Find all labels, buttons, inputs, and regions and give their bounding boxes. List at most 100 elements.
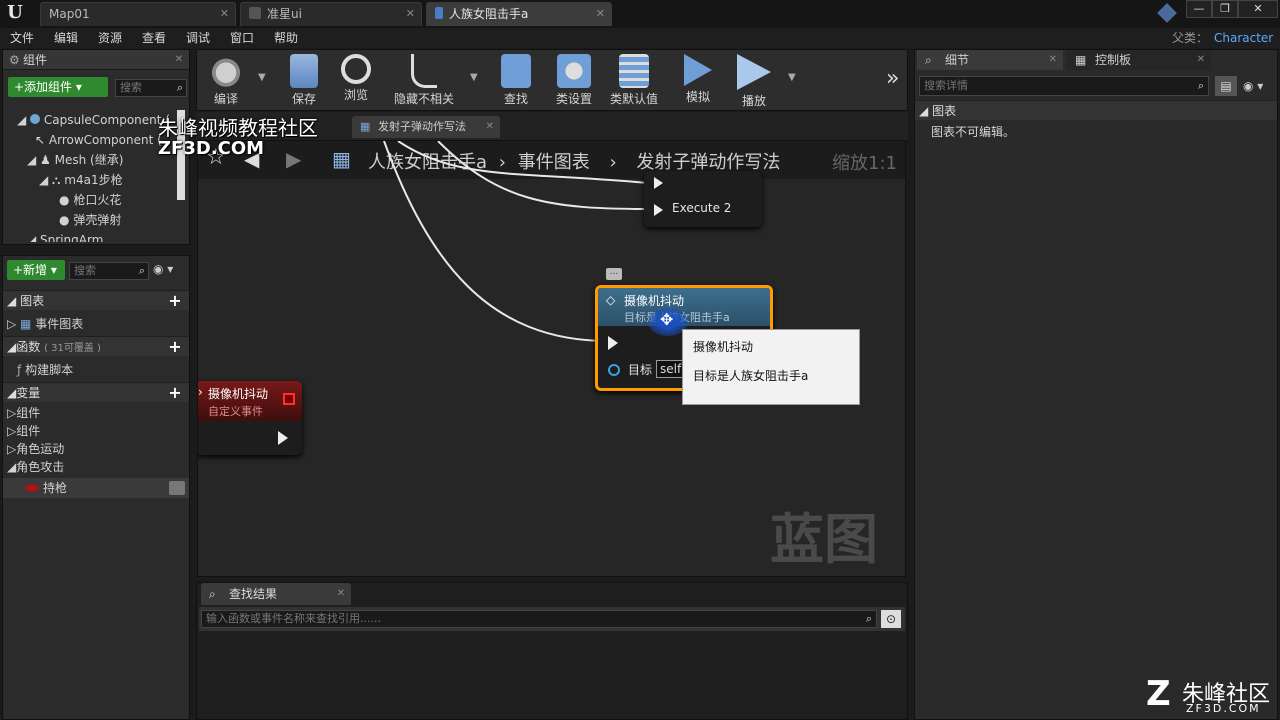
functions-section[interactable]: ◢函数 ( 31可覆盖 ) + (3, 336, 189, 356)
details-tab[interactable]: ⌕ 细节 ✕ (917, 50, 1063, 70)
menu-window[interactable]: 窗口 (230, 28, 254, 48)
target-pin-icon[interactable] (608, 364, 620, 376)
add-variable-icon[interactable]: + (167, 385, 183, 401)
browse-button[interactable]: 浏览 (326, 50, 386, 108)
construction-script-item[interactable]: ƒ 构建脚本 (17, 360, 73, 380)
var-group-label: 角色攻击 (16, 460, 65, 474)
section-label: 变量 (16, 386, 41, 400)
exec-in-pin-icon[interactable] (608, 336, 618, 350)
close-icon[interactable]: ✕ (486, 116, 494, 138)
exec-pin-icon[interactable] (654, 204, 663, 216)
menu-help[interactable]: 帮助 (274, 28, 298, 48)
tree-item[interactable]: ◢ ♟ Mesh (继承) (13, 150, 173, 170)
toolbar-label: 保存 (291, 92, 316, 106)
visibility-eye-icon[interactable]: ◉ ▾ (153, 262, 185, 280)
property-matrix-icon[interactable]: ▤ (1215, 76, 1237, 96)
tree-item-label: CapsuleComponent ( (43, 113, 170, 127)
var-group-label: 组件 (16, 424, 41, 438)
close-icon[interactable]: ✕ (1049, 50, 1057, 70)
find-input[interactable]: 输入函数或事件名称来查找引用...... ⌕ (201, 610, 877, 628)
var-group[interactable]: ◢角色攻击 (7, 458, 64, 476)
class-defaults-button[interactable]: 类默认值 (604, 50, 664, 108)
parent-class-link[interactable]: Character (1214, 28, 1273, 48)
target-self-field[interactable]: self (656, 360, 684, 378)
var-group[interactable]: ▷角色运动 (7, 440, 64, 458)
graph-tab[interactable]: ▦ 发射子弹动作写法 ✕ (352, 116, 500, 138)
add-component-button[interactable]: +添加组件 ▾ (8, 77, 108, 97)
details-search-input[interactable]: 搜索详情 ⌕ (919, 76, 1209, 96)
blueprint-search-input[interactable]: 搜索 ⌕ (69, 262, 149, 280)
compile-options-chevron-down-icon[interactable]: ▼ (258, 72, 266, 83)
component-search-input[interactable]: 搜索 ⌕ (115, 79, 187, 97)
graph-canvas[interactable]: ☆ ◀ ▶ ▦ 人族女阻击手a › 事件图表 › 发射子弹动作写法 缩放1:1 … (197, 140, 906, 577)
tree-item[interactable]: ● 枪口火花 (13, 190, 173, 210)
var-group[interactable]: ▷组件 (7, 404, 64, 422)
compile-button[interactable]: 编译 (196, 50, 256, 108)
toolbar-label: 隐藏不相关 (393, 92, 454, 106)
visibility-toggle-icon[interactable] (169, 481, 185, 495)
comment-bubble-icon[interactable]: ... (606, 268, 622, 280)
menu-edit[interactable]: 编辑 (54, 28, 78, 48)
search-icon: ⌕ (209, 587, 216, 601)
tab-sniper-blueprint[interactable]: 人族女阻击手a ✕ (426, 2, 612, 26)
find-button[interactable]: 查找 (486, 50, 546, 108)
tab-crosshair-ui[interactable]: 准星ui ✕ (240, 2, 422, 26)
menu-file[interactable]: 文件 (10, 28, 34, 48)
binoculars-icon[interactable]: ⊙ (881, 610, 901, 628)
graphs-section[interactable]: ◢ 图表 + (3, 290, 189, 310)
add-graph-icon[interactable]: + (167, 293, 183, 309)
tree-item[interactable]: ◢ SpringArm (13, 230, 173, 242)
simulate-button[interactable]: 模拟 (668, 50, 728, 108)
class-settings-gear-icon (557, 54, 591, 88)
variable-row[interactable]: 持枪 (3, 478, 189, 498)
find-placeholder: 输入函数或事件名称来查找引用...... (206, 612, 381, 625)
tree-item-label: 弹壳弹射 (73, 213, 122, 227)
tree-item[interactable]: ● 弹壳弹射 (13, 210, 173, 230)
toolbar-label: 浏览 (343, 88, 368, 102)
var-group[interactable]: ▷组件 (7, 422, 64, 440)
exec-pin-icon[interactable] (654, 177, 663, 189)
close-window-button[interactable]: ✕ (1238, 0, 1278, 18)
tree-item[interactable]: ◢ ⛬ m4a1步枪 (13, 170, 173, 190)
sequence-node[interactable]: Execute 2 (644, 171, 762, 227)
tab-map01[interactable]: Map01 ✕ (40, 2, 236, 26)
add-function-icon[interactable]: + (167, 339, 183, 355)
menu-debug[interactable]: 调试 (186, 28, 210, 48)
palette-tab[interactable]: ▦ 控制板 ✕ (1067, 50, 1211, 70)
toolbar-overflow-icon[interactable]: » (886, 66, 899, 91)
notification-icon[interactable] (1157, 3, 1177, 23)
menu-view[interactable]: 查看 (142, 28, 166, 48)
graph-details-section[interactable]: ◢ 图表 (915, 100, 1277, 120)
close-icon[interactable]: ✕ (1197, 50, 1205, 70)
class-settings-button[interactable]: 类设置 (544, 50, 604, 108)
close-icon[interactable]: ✕ (175, 50, 183, 70)
close-icon[interactable]: ✕ (596, 3, 605, 25)
event-graph-item[interactable]: ▷ ▦ 事件图表 (7, 314, 83, 334)
exec-out-pin-icon[interactable] (278, 431, 288, 445)
simulate-icon (684, 54, 712, 86)
visibility-eye-icon[interactable]: ◉ ▾ (1243, 76, 1275, 96)
minimize-button[interactable]: — (1186, 0, 1212, 18)
play-button[interactable]: 播放 (724, 50, 784, 108)
close-icon[interactable]: ✕ (337, 583, 345, 605)
tree-item[interactable]: ◢ CapsuleComponent ( (13, 110, 173, 130)
menu-asset[interactable]: 资源 (98, 28, 122, 48)
components-tab[interactable]: ⚙ 组件 ✕ (3, 50, 189, 70)
close-icon[interactable]: ✕ (406, 3, 415, 25)
maximize-button[interactable]: ❐ (1212, 0, 1238, 18)
tree-item[interactable]: ↖ ArrowComponent ( (13, 130, 173, 150)
close-icon[interactable]: ✕ (220, 3, 229, 25)
variables-section[interactable]: ◢变量 + (3, 382, 189, 402)
save-button[interactable]: 保存 (274, 50, 334, 108)
delegate-pin-icon[interactable] (283, 393, 295, 405)
add-new-button[interactable]: +新增 ▾ (7, 260, 65, 280)
play-options-chevron-down-icon[interactable]: ▼ (788, 72, 796, 83)
find-results-tab[interactable]: ⌕ 查找结果 ✕ (201, 583, 351, 605)
toolbar-label: 类设置 (555, 92, 592, 106)
hide-options-chevron-down-icon[interactable]: ▼ (470, 72, 478, 83)
binoculars-icon (501, 54, 531, 88)
unreal-logo-icon: U (7, 2, 23, 23)
hide-unrelated-button[interactable]: 隐藏不相关 (386, 50, 462, 108)
details-search-icon: ⌕ (925, 53, 932, 67)
custom-event-node[interactable]: › 摄像机抖动 自定义事件 (198, 381, 302, 455)
